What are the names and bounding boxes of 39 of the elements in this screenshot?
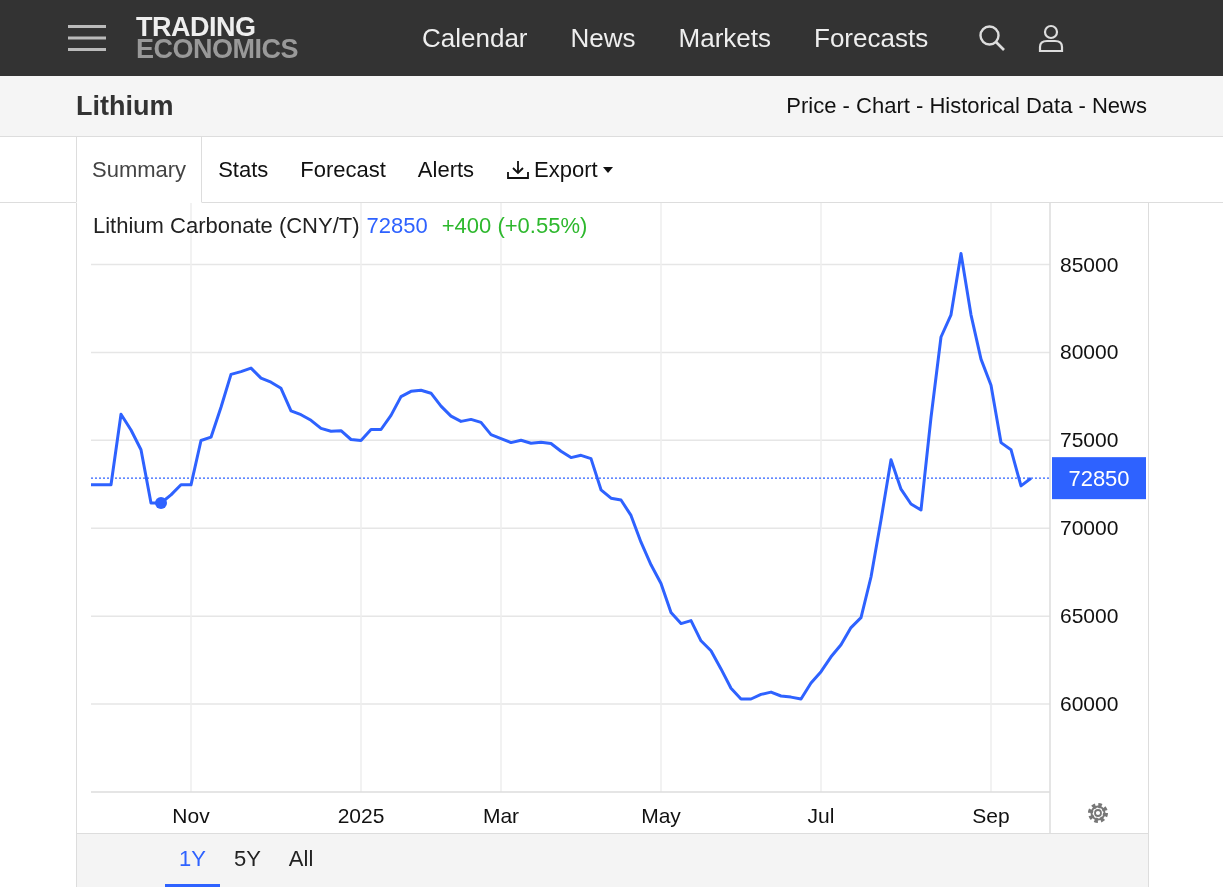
y-axis-label: 85000 <box>1060 252 1119 276</box>
search-icon[interactable] <box>978 24 1007 52</box>
y-axis-label: 60000 <box>1060 692 1119 716</box>
y-axis-label: 75000 <box>1060 428 1119 452</box>
price-change: +400 (+0.55%) <box>441 212 588 239</box>
x-axis-label: Mar <box>482 804 520 827</box>
download-icon <box>506 159 531 181</box>
user-icon[interactable] <box>1038 24 1065 52</box>
settings-icon[interactable] <box>1088 803 1108 823</box>
section-links[interactable]: Price - Chart - Historical Data - News <box>786 93 1147 119</box>
x-axis-label: Nov <box>172 804 210 827</box>
nav-link[interactable]: News <box>570 22 636 54</box>
nav-link[interactable]: Markets <box>678 22 771 54</box>
price-value: 72850 <box>366 212 428 239</box>
menu-icon[interactable] <box>68 23 106 53</box>
data-point-marker <box>155 496 167 509</box>
y-axis-label: 70000 <box>1060 516 1119 540</box>
range-tab[interactable]: All <box>274 834 328 887</box>
y-axis-label: 65000 <box>1060 604 1119 628</box>
tab[interactable]: Summary <box>76 137 203 203</box>
nav-link[interactable]: Forecasts <box>814 22 929 54</box>
range-tab[interactable]: 1Y <box>165 834 220 887</box>
range-tab[interactable]: 5Y <box>219 834 275 887</box>
nav-link[interactable]: Calendar <box>422 22 528 54</box>
tab[interactable]: Alerts <box>401 137 491 203</box>
page-title: Lithium <box>76 90 174 122</box>
x-axis-label: Jul <box>807 804 835 827</box>
series-name: Lithium Carbonate (CNY/T) <box>93 212 360 239</box>
y-axis-label: 80000 <box>1060 340 1119 364</box>
tab[interactable]: Forecast <box>284 137 402 203</box>
caret-icon <box>601 166 614 174</box>
logo-text[interactable]: TRADING <box>136 16 298 38</box>
tab[interactable]: Stats <box>202 137 285 203</box>
last-price-label: 72850 <box>1068 466 1130 492</box>
x-axis-label: Sep <box>972 804 1010 827</box>
export-menu-button[interactable]: Export <box>490 137 630 203</box>
x-axis-label: May <box>641 804 681 827</box>
logo-text[interactable]: ECONOMICS <box>136 38 298 60</box>
x-axis-label: 2025 <box>337 804 385 827</box>
